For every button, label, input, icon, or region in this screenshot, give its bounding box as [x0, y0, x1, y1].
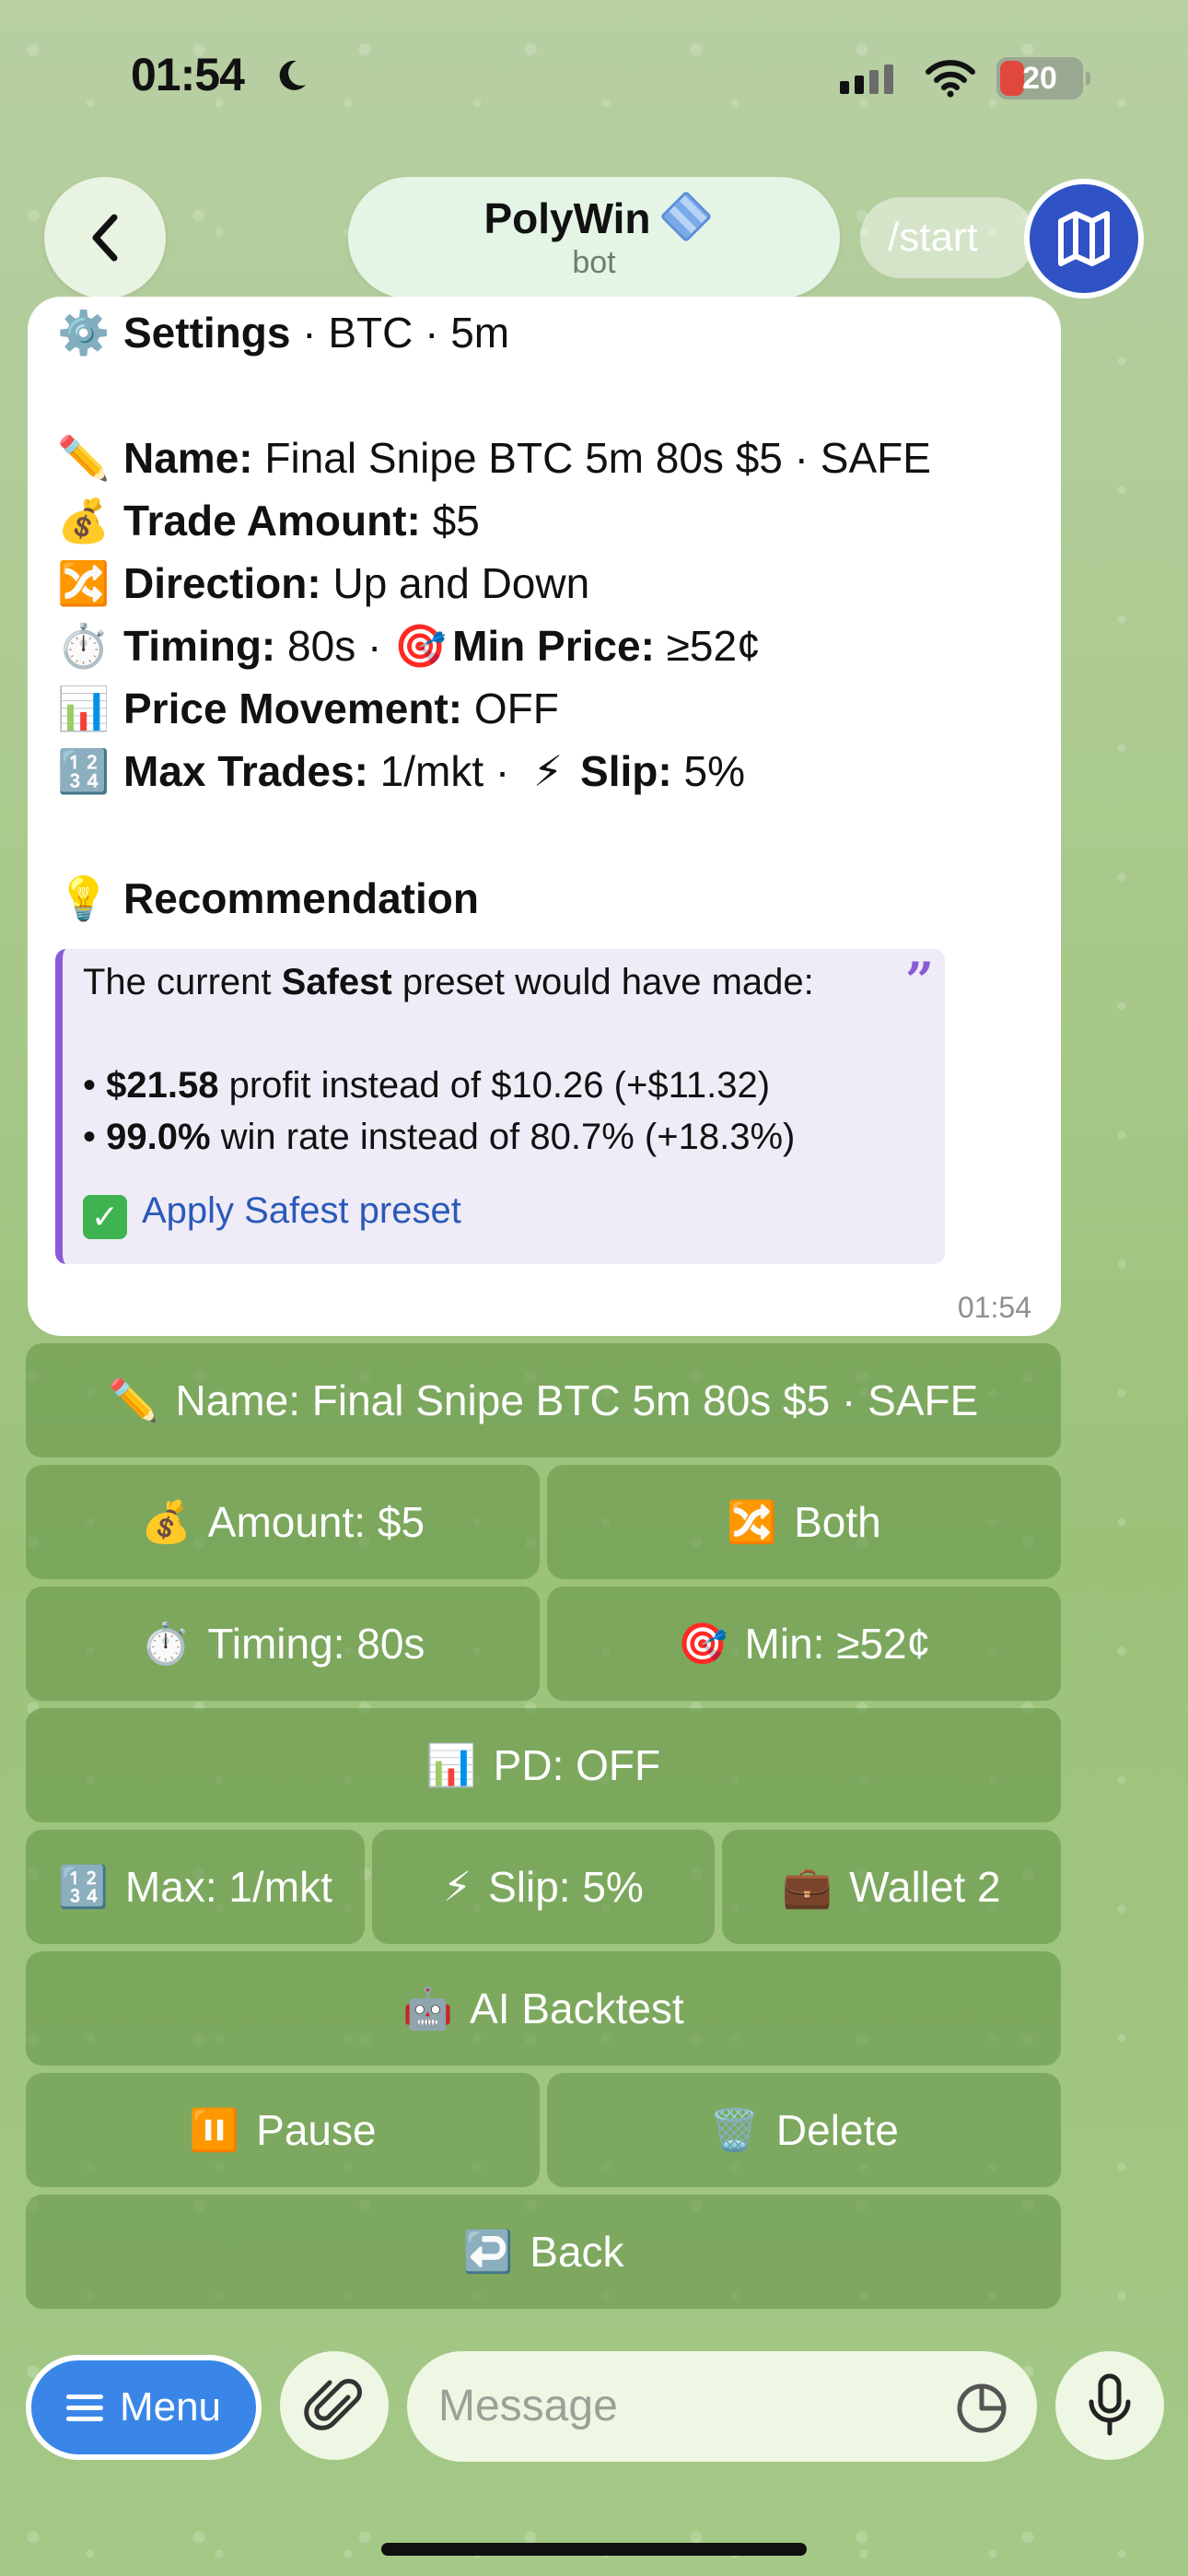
return-arrow-icon: ↩️: [462, 2230, 514, 2275]
apply-safest-link[interactable]: ✓ Apply Safest preset: [83, 1190, 461, 1239]
map-logo-icon: [1058, 211, 1110, 266]
bot-subtitle: bot: [572, 245, 616, 280]
pause-icon: ⏸️: [189, 2108, 240, 2153]
wifi-icon: [926, 60, 975, 98]
max-trades-button[interactable]: 🔢 Max: 1/mkt: [26, 1830, 365, 1944]
shuffle-icon: 🔀: [57, 559, 111, 607]
money-bag-icon: 💰: [140, 1500, 192, 1545]
pencil-icon: ✏️: [108, 1378, 159, 1423]
moon-icon: [279, 60, 306, 90]
menu-label: Menu: [119, 2384, 222, 2430]
sticker-icon[interactable]: [954, 2381, 1009, 2436]
message-bubble: ⚙️ Settings · BTC · 5m ✏️ Name: Final Snip…: [28, 297, 1061, 1336]
check-icon: ✓: [83, 1195, 127, 1239]
status-time: 01:54: [131, 49, 245, 100]
bar-chart-icon: 📊: [425, 1743, 477, 1788]
max-trades-line: 🔢 Max Trades: 1/mkt · ⚡ Slip: 5%: [57, 747, 745, 795]
voice-button[interactable]: [1055, 2351, 1164, 2460]
ai-backtest-button[interactable]: 🤖 AI Backtest: [26, 1951, 1061, 2066]
home-indicator: [381, 2543, 807, 2556]
quote-intro: The current Safest preset would have mad…: [83, 962, 814, 1002]
lightbulb-icon: 💡: [57, 874, 111, 922]
briefcase-icon: 💼: [782, 1865, 833, 1910]
paperclip-icon: [304, 2379, 362, 2430]
recommendation-heading: 💡 Recommendation: [57, 874, 479, 922]
chevron-left-icon: [92, 214, 118, 262]
microphone-icon: [1089, 2373, 1131, 2436]
lightning-icon: ⚡: [532, 747, 564, 795]
settings-heading: ⚙️ Settings · BTC · 5m: [57, 309, 510, 357]
numbers-icon: 🔢: [57, 747, 111, 795]
wallet-button[interactable]: 💼 Wallet 2: [722, 1830, 1061, 1944]
battery-level: 20: [1022, 61, 1057, 96]
menu-button[interactable]: Menu: [26, 2355, 262, 2460]
price-movement-line: 📊 Price Movement: OFF: [57, 685, 559, 732]
start-command-chip[interactable]: /start: [860, 197, 1035, 278]
battery-icon: 20: [996, 57, 1090, 100]
shuffle-icon: 🔀: [727, 1500, 778, 1545]
quote-bullet-profit: • $21.58 profit instead of $10.26 (+$11.…: [83, 1065, 771, 1106]
diamond-icon: [659, 190, 712, 243]
delete-button[interactable]: 🗑️ Delete: [547, 2073, 1061, 2187]
message-time: 01:54: [957, 1291, 1031, 1324]
cellular-signal-icon: [840, 64, 893, 94]
timing-line: ⏱️ Timing: 80s · 🎯 Min Price: ≥52¢: [57, 622, 761, 670]
name-button[interactable]: ✏️ Name: Final Snipe BTC 5m 80s $5 · SAFE: [26, 1343, 1061, 1458]
amount-button[interactable]: 💰 Amount: $5: [26, 1465, 540, 1579]
quote-icon: ”: [904, 951, 934, 1010]
back-button[interactable]: [44, 177, 166, 299]
timing-button[interactable]: ⏱️ Timing: 80s: [26, 1587, 540, 1701]
stopwatch-icon: ⏱️: [140, 1622, 192, 1667]
target-icon: 🎯: [677, 1622, 728, 1667]
recommendation-quote: ” The current Safest preset would have m…: [55, 949, 945, 1264]
chat-title[interactable]: PolyWin bot: [348, 177, 840, 299]
direction-line: 🔀 Direction: Up and Down: [57, 559, 590, 607]
status-bar: 01:54 20: [0, 0, 1188, 157]
robot-icon: 🤖: [402, 1986, 454, 2032]
menu-icon: [65, 2388, 103, 2428]
bot-avatar[interactable]: [1024, 179, 1144, 299]
slip-button[interactable]: ⚡ Slip: 5%: [372, 1830, 715, 1944]
bot-name: PolyWin: [483, 194, 651, 242]
pencil-icon: ✏️: [57, 434, 111, 482]
money-bag-icon: 💰: [57, 497, 111, 544]
stopwatch-icon: ⏱️: [57, 622, 111, 670]
bar-chart-icon: 📊: [57, 685, 111, 732]
name-line: ✏️ Name: Final Snipe BTC 5m 80s $5 · SAFE: [57, 434, 931, 482]
lightning-icon: ⚡: [443, 1864, 472, 1910]
attach-button[interactable]: [280, 2351, 389, 2460]
direction-button[interactable]: 🔀 Both: [547, 1465, 1061, 1579]
numbers-icon: 🔢: [58, 1865, 109, 1910]
min-price-button[interactable]: 🎯 Min: ≥52¢: [547, 1587, 1061, 1701]
message-input[interactable]: Message: [407, 2351, 1037, 2462]
trash-icon: 🗑️: [709, 2108, 760, 2153]
trade-amount-line: 💰 Trade Amount: $5: [57, 497, 480, 544]
target-icon: 🎯: [393, 622, 447, 670]
pause-button[interactable]: ⏸️ Pause: [26, 2073, 540, 2187]
price-movement-button[interactable]: 📊 PD: OFF: [26, 1708, 1061, 1822]
quote-bullet-winrate: • 99.0% win rate instead of 80.7% (+18.3…: [83, 1117, 796, 1157]
back-keyboard-button[interactable]: ↩️ Back: [26, 2195, 1061, 2309]
gear-icon: ⚙️: [57, 309, 111, 357]
